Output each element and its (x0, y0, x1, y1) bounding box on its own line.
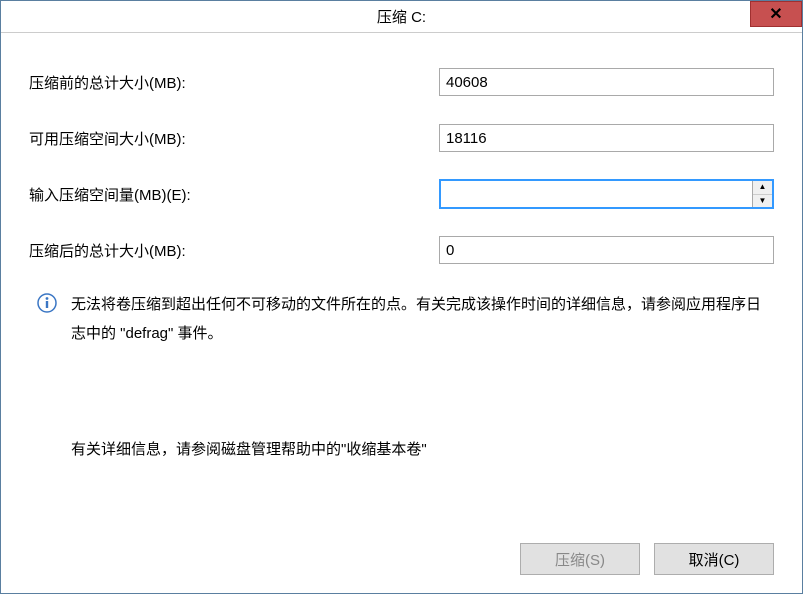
shrink-volume-dialog: 压缩 C: ✕ 压缩前的总计大小(MB): 40608 可用压缩空间大小(MB)… (0, 0, 803, 594)
row-total-after: 压缩后的总计大小(MB): 0 (29, 235, 774, 265)
window-title: 压缩 C: (377, 6, 426, 27)
info-icon (37, 293, 57, 313)
field-available: 18116 (439, 124, 774, 152)
shrink-button[interactable]: 压缩(S) (520, 543, 640, 575)
label-available: 可用压缩空间大小(MB): (29, 128, 439, 149)
help-text: 有关详细信息，请参阅磁盘管理帮助中的"收缩基本卷" (71, 438, 774, 459)
titlebar: 压缩 C: ✕ (1, 1, 802, 33)
row-input-amount: 输入压缩空间量(MB)(E): ▲ ▼ (29, 179, 774, 209)
label-total-before: 压缩前的总计大小(MB): (29, 72, 439, 93)
info-text: 无法将卷压缩到超出任何不可移动的文件所在的点。有关完成该操作时间的详细信息，请参… (71, 291, 774, 348)
content-area: 压缩前的总计大小(MB): 40608 可用压缩空间大小(MB): 18116 … (1, 33, 802, 479)
close-button[interactable]: ✕ (750, 1, 802, 27)
spinner-input-amount[interactable]: ▲ ▼ (439, 179, 774, 209)
spinner-down-button[interactable]: ▼ (753, 195, 772, 208)
row-available: 可用压缩空间大小(MB): 18116 (29, 123, 774, 153)
button-row: 压缩(S) 取消(C) (520, 543, 774, 575)
input-shrink-amount[interactable] (441, 181, 752, 207)
spinner-buttons: ▲ ▼ (752, 181, 772, 207)
label-input-amount: 输入压缩空间量(MB)(E): (29, 184, 439, 205)
label-total-after: 压缩后的总计大小(MB): (29, 240, 439, 261)
chevron-up-icon: ▲ (759, 183, 767, 191)
field-total-before: 40608 (439, 68, 774, 96)
close-icon: ✕ (769, 4, 782, 24)
chevron-down-icon: ▼ (759, 197, 767, 205)
cancel-button[interactable]: 取消(C) (654, 543, 774, 575)
row-total-before: 压缩前的总计大小(MB): 40608 (29, 67, 774, 97)
spinner-up-button[interactable]: ▲ (753, 181, 772, 195)
info-row: 无法将卷压缩到超出任何不可移动的文件所在的点。有关完成该操作时间的详细信息，请参… (29, 291, 774, 348)
field-total-after: 0 (439, 236, 774, 264)
